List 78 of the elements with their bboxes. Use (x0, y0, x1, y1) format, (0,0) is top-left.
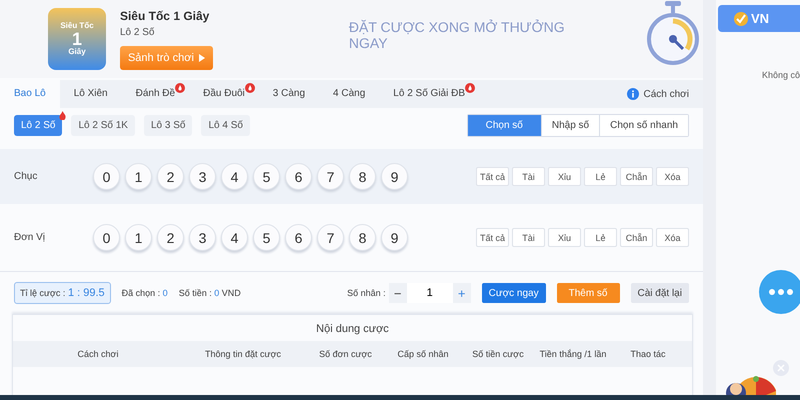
sub-tab[interactable]: Lô 2 Số 1K (71, 115, 135, 136)
column-header: Thao tác (629, 349, 667, 359)
column-header: Cách chơi (76, 349, 120, 359)
column-header: Tiền thắng /1 lần (538, 349, 608, 359)
column-header: Cấp số nhân (396, 349, 450, 359)
sub-tab[interactable]: Lô 4 Số (201, 115, 250, 136)
quick-select-button[interactable]: Tài (512, 167, 545, 186)
amount-text: Số tiền : 0 VND (178, 288, 241, 298)
digit-ball[interactable]: 9 (381, 224, 408, 251)
digit-ball[interactable]: 8 (349, 224, 376, 251)
fire-icon (59, 111, 66, 120)
digit-ball[interactable]: 8 (349, 163, 376, 190)
quick-select-button[interactable]: Xỉu (548, 228, 581, 247)
digit-ball[interactable]: 9 (381, 163, 408, 190)
game-tab[interactable]: Lô 2 Số Giải ĐB (379, 80, 480, 108)
mode-tab[interactable]: Chọn số nhanh (599, 115, 688, 136)
digit-ball[interactable]: 4 (221, 224, 248, 251)
empty-message: Không cô (762, 70, 800, 80)
digit-ball[interactable]: 7 (317, 163, 344, 190)
digit-ball[interactable]: 0 (93, 163, 120, 190)
digit-ball[interactable]: 7 (317, 224, 344, 251)
chosen-count: Đã chọn : 0 (122, 288, 168, 298)
row-label: Chục (14, 171, 38, 182)
quick-select-button[interactable]: Tất cả (476, 167, 509, 186)
play-icon (198, 54, 205, 62)
mode-tab[interactable]: Nhập số (540, 115, 600, 136)
table-title: Nội dung cược (315, 322, 390, 337)
minus-button[interactable]: − (388, 283, 407, 303)
quick-select-button[interactable]: Tất cả (476, 228, 509, 247)
game-tab[interactable]: Bao Lô (0, 80, 60, 108)
game-tab[interactable]: 4 Càng (319, 80, 380, 108)
check-icon (732, 10, 749, 26)
quick-select-button[interactable]: Xỉu (548, 167, 581, 186)
quick-select-button[interactable]: Lẻ (584, 167, 617, 186)
digit-ball[interactable]: 0 (93, 224, 120, 251)
digit-ball[interactable]: 3 (189, 224, 216, 251)
game-subtitle: Lô 2 Số (120, 26, 156, 38)
column-header: Số tiền cược (471, 349, 525, 359)
slogan: ĐẶT CƯỢC XONG MỞ THƯỞNG NGAY (348, 19, 566, 51)
quick-select-button[interactable]: Tài (512, 228, 545, 247)
row-label: Đơn Vị (14, 232, 46, 243)
odds-box: Tỉ lệ cược : 1 : 99.5 (14, 282, 111, 304)
mode-tab[interactable]: Chọn số (468, 115, 541, 136)
column-header: Số đơn cược (318, 349, 373, 359)
digit-ball[interactable]: 2 (157, 224, 184, 251)
digit-ball[interactable]: 4 (221, 163, 248, 190)
fire-icon (175, 83, 186, 93)
action-button[interactable]: Cược ngay (482, 283, 546, 303)
game-tab[interactable]: 3 Càng (258, 80, 320, 108)
sub-tab[interactable]: Lô 3 Số (144, 115, 192, 136)
digit-ball[interactable]: 3 (189, 163, 216, 190)
digit-ball[interactable]: 5 (253, 163, 280, 190)
game-tab[interactable]: Đầu Đuôi (189, 80, 259, 108)
brand-banner: VN (718, 5, 800, 32)
digit-ball[interactable]: 5 (253, 224, 280, 251)
quick-select-button[interactable]: Xóa (656, 167, 689, 186)
game-logo: Siêu Tốc 1 Giây (48, 8, 106, 70)
digit-ball[interactable]: 6 (285, 163, 312, 190)
info-icon (626, 88, 638, 100)
quick-select-button[interactable]: Chẵn (620, 228, 653, 247)
fire-icon (244, 83, 255, 93)
multiplier-field[interactable]: 1 (406, 283, 453, 303)
how-to-play-link[interactable]: Cách chơi (644, 88, 689, 100)
game-tab[interactable]: Đánh Đề (122, 80, 190, 108)
game-tab[interactable]: Lô Xiên (60, 80, 122, 108)
multiplier-label: Số nhân : (347, 288, 386, 298)
quick-select-button[interactable]: Chẵn (620, 167, 653, 186)
digit-ball[interactable]: 6 (285, 224, 312, 251)
action-button[interactable]: Cài đặt lại (630, 283, 689, 303)
digit-ball[interactable]: 1 (125, 163, 152, 190)
chat-icon[interactable] (758, 270, 800, 314)
quick-select-button[interactable]: Lẻ (584, 228, 617, 247)
quick-select-button[interactable]: Xóa (656, 228, 689, 247)
fire-icon (465, 83, 476, 93)
game-title: Siêu Tốc 1 Giây (120, 8, 210, 22)
digit-ball[interactable]: 1 (125, 224, 152, 251)
digit-ball[interactable]: 2 (157, 163, 184, 190)
column-header: Thông tin đặt cược (204, 349, 282, 359)
